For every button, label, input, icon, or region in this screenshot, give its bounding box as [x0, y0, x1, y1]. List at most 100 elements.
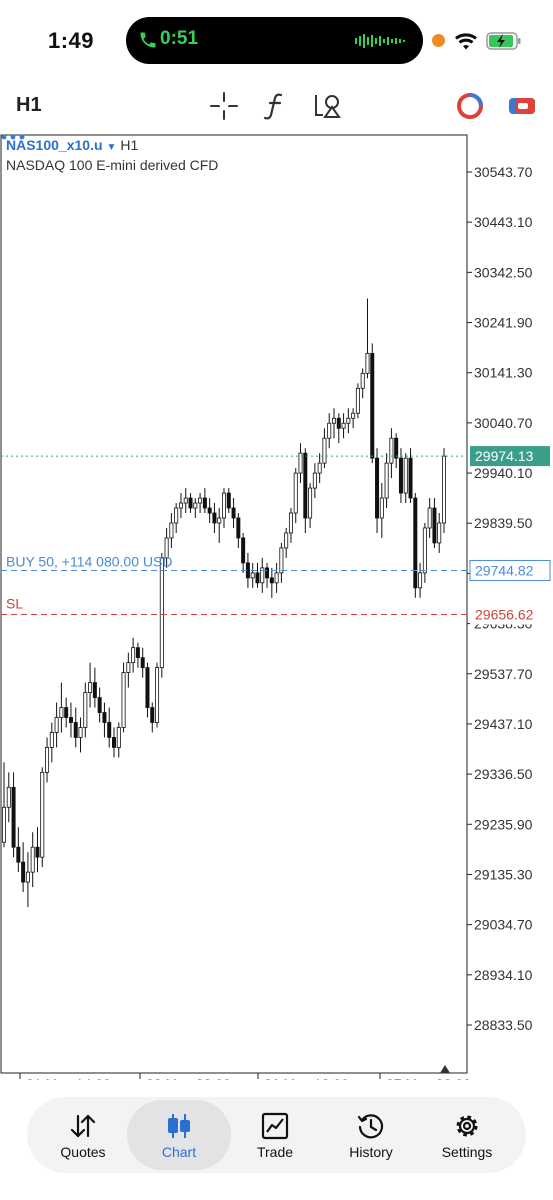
candle-body [212, 512, 217, 524]
y-tick-label: 29135.30 [474, 866, 533, 882]
bottom-tab-bar: Quotes Chart Trade History Settings [27, 1097, 526, 1173]
timeframe-button[interactable]: H1 [16, 94, 42, 117]
candle-body [126, 662, 131, 674]
tab-trade[interactable]: Trade [223, 1100, 327, 1170]
candle-body [88, 682, 93, 693]
candle-body [54, 717, 59, 733]
candle-body [178, 502, 183, 509]
candle-body [375, 457, 380, 519]
more-options-icon[interactable] [0, 132, 26, 142]
candle-body [279, 547, 284, 574]
tab-settings[interactable]: Settings [415, 1100, 519, 1170]
candle-body [30, 846, 35, 873]
crosshair-icon[interactable] [208, 90, 240, 122]
y-tick-label: 30443.10 [474, 214, 533, 230]
candle-body [45, 747, 50, 773]
candle-body [68, 717, 73, 723]
candle-body [274, 572, 279, 584]
status-time: 1:49 [48, 28, 95, 53]
tab-chart[interactable]: Chart [127, 1100, 231, 1170]
dynamic-island-call[interactable]: 0:51 [126, 17, 423, 64]
candle-body [169, 522, 174, 539]
candle-body [403, 457, 408, 494]
y-tick-label: 29940.10 [474, 465, 533, 481]
candle-body [255, 572, 260, 584]
candle-body [11, 786, 16, 848]
tab-label: History [349, 1144, 393, 1160]
sl-price-label: 29656.62 [475, 606, 534, 622]
y-tick-label: 30342.50 [474, 264, 533, 280]
candle-body [351, 412, 356, 419]
function-icon[interactable] [260, 90, 292, 122]
candle-body [413, 497, 418, 589]
candle-body [202, 497, 207, 509]
candle-body [394, 437, 399, 459]
candle-body [269, 577, 274, 584]
candle-body [341, 422, 346, 429]
y-tick-label: 30543.70 [474, 164, 533, 180]
candle-body [40, 771, 45, 858]
candle-body [441, 455, 446, 524]
y-tick-label: 29537.70 [474, 666, 533, 682]
candle-body [92, 682, 97, 698]
candle-body [112, 737, 117, 748]
chart-shift-marker [440, 1065, 450, 1073]
candle-body [408, 457, 413, 499]
candle-body [150, 707, 155, 723]
account-toggle-icon[interactable] [506, 90, 538, 122]
sl-line-label: SL [6, 595, 23, 611]
tab-quotes[interactable]: Quotes [31, 1100, 135, 1170]
y-tick-label: 30141.30 [474, 365, 533, 381]
candle-body [107, 722, 112, 738]
candle-body [346, 417, 351, 424]
candle-body [231, 507, 236, 519]
candle-body [145, 667, 150, 708]
candle-body [422, 527, 427, 574]
tab-label: Settings [441, 1144, 493, 1160]
y-tick-label: 29235.90 [474, 816, 533, 832]
price-chart[interactable]: 30543.70 30443.10 30342.50 30241.90 30141.30… [0, 132, 553, 1080]
candle-body [427, 507, 432, 529]
candle-body [121, 672, 126, 728]
chart-icon [168, 1114, 190, 1138]
chart-toolbar: H1 [0, 82, 553, 130]
symbol-dropdown-icon[interactable]: ▼ [107, 142, 117, 153]
candle-body [317, 462, 322, 474]
candle-body [159, 557, 164, 669]
chart-frame [0, 134, 468, 1074]
objects-icon[interactable] [312, 90, 344, 122]
candle-body [284, 532, 289, 549]
candle-body [437, 522, 442, 544]
x-tick-label: 27 May 22:00 [386, 1076, 471, 1080]
candle-body [265, 567, 270, 579]
y-tick-label: 29437.10 [474, 716, 533, 732]
candle-body [135, 647, 140, 659]
current-price-label: 29974.13 [475, 448, 534, 464]
status-indicators [430, 30, 530, 52]
candle-body [418, 572, 423, 589]
candle-body [226, 492, 231, 509]
candlestick-chart[interactable]: 30543.70 30443.10 30342.50 30241.90 30141.30… [0, 132, 553, 1080]
candle-body [183, 497, 188, 504]
timeframe-switch-icon[interactable] [454, 90, 486, 122]
candle-body [207, 507, 212, 514]
tab-history[interactable]: History [319, 1100, 423, 1170]
status-bar: 1:49 0:51 [0, 0, 553, 82]
candle-body [398, 457, 403, 494]
candle-body [73, 722, 78, 738]
symbol-description: NASDAQ 100 E-mini derived CFD [6, 157, 219, 173]
candle-body [140, 657, 145, 669]
candle-body [102, 712, 107, 723]
candle-body [188, 497, 193, 509]
candle-body [236, 517, 241, 539]
y-tick-label: 29839.50 [474, 515, 533, 531]
tab-label: Trade [256, 1144, 294, 1160]
audio-wave-icon [355, 34, 405, 48]
candle-body [6, 786, 11, 808]
tab-label: Quotes [60, 1144, 106, 1160]
candle-body [64, 707, 69, 718]
candle-body [59, 707, 64, 718]
battery-charging-icon [486, 32, 521, 50]
x-tick-label: 22 May 23:00 [146, 1076, 231, 1080]
candle-body [384, 462, 389, 499]
